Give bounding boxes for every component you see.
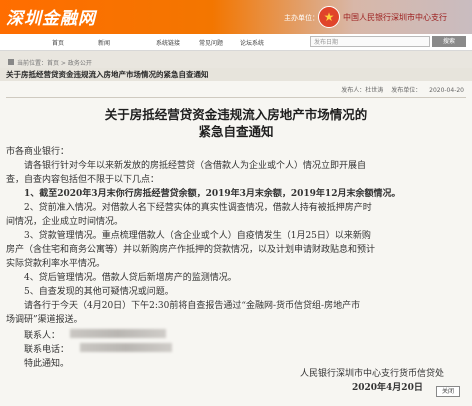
- redacted-phone: [80, 343, 172, 352]
- site-banner: 深圳金融网 主办单位： ★ 中国人民银行深圳市中心支行: [0, 0, 472, 34]
- redacted-contact: [70, 329, 166, 338]
- article-meta: 发布人：杜世涛 发布单位： 2020-04-20: [335, 85, 464, 94]
- search-input[interactable]: 发布日期: [310, 36, 430, 47]
- meta-publisher-label: 发布人：: [341, 87, 366, 94]
- article-header: 关于房抵经营贷资金违规流入房地产市场情况的紧急自查通知: [0, 68, 472, 81]
- site-logo[interactable]: 深圳金融网: [6, 4, 96, 29]
- body-line: 请各银行针对今年以来新发放的房抵经营贷（含借款人为企业或个人）情况立即开展自: [24, 161, 367, 171]
- close-button[interactable]: 关闭: [436, 386, 460, 397]
- nav-faq[interactable]: 常见问题: [199, 38, 223, 47]
- article-title-line2: 紧急自查通知: [198, 124, 274, 139]
- pboc-emblem-icon: ★: [318, 6, 340, 28]
- body-line: 2、贷前准入情况。对借款人名下经营实体的真实性调查情况，借款人持有被抵押房产时: [24, 203, 372, 213]
- nav-system-links[interactable]: 系统链接: [156, 38, 180, 47]
- body-line: 间情况，企业成立时间情况。: [6, 217, 124, 227]
- body-line: 特此通知。: [24, 359, 70, 369]
- article-panel: 关于房抵经营贷资金违规流入房地产市场情况的紧急自查通知 发布人：杜世涛 发布单位…: [0, 68, 472, 406]
- signature-org: 人民银行深圳市中心支行货币信贷处: [300, 369, 445, 379]
- body-line: 场调研”渠道报送。: [6, 315, 83, 325]
- body-line: 5、自查发现的其他可疑情况或问题。: [24, 287, 174, 297]
- nav-home[interactable]: 首页: [52, 38, 64, 47]
- body-line: 房产（含住宅和商务公寓等）并以新购房产作抵押的贷款情况，以及计划申请财政贴息和预…: [6, 245, 376, 255]
- body-line: 请各行于今天（4月20日）下午2:30前将自查报告通过“金融网-货币信贷组-房地…: [24, 301, 361, 311]
- host-label: 主办单位：: [284, 14, 319, 22]
- page: 深圳金融网 主办单位： ★ 中国人民银行深圳市中心支行 首页 新闻 系统链接 常…: [0, 0, 472, 406]
- home-icon: [8, 59, 14, 65]
- contact-person-label: 联系人：: [24, 331, 61, 341]
- signature-date: 2020年4月20日: [352, 383, 423, 393]
- body-line: 市各商业银行：: [6, 147, 70, 157]
- body-line: 3、贷款管理情况。重点梳理借款人（含企业或个人）自疫情发生（1月25日）以来新购: [24, 231, 371, 241]
- divider: [6, 97, 466, 98]
- meta-unit-label: 发布单位：: [391, 87, 422, 94]
- breadcrumb: 当前位置：首页 > 政务公开: [8, 58, 92, 67]
- nav-bar: 首页 新闻 系统链接 常见问题 论坛系统 发布日期 搜索: [0, 34, 472, 51]
- meta-publisher: 杜世涛: [365, 87, 384, 94]
- body-line: 4、贷后管理情况。借款人贷后新增房产的监测情况。: [24, 273, 237, 283]
- body-line: 1、截至2020年3月末你行房抵经营贷余额，2019年3月末余额，2019年12…: [24, 189, 401, 199]
- nav-forum[interactable]: 论坛系统: [240, 38, 264, 47]
- meta-date: 2020-04-20: [429, 87, 464, 94]
- contact-phone-label: 联系电话：: [24, 345, 70, 355]
- nav-news[interactable]: 新闻: [98, 38, 110, 47]
- breadcrumb-text[interactable]: 当前位置：首页 > 政务公开: [17, 60, 92, 67]
- search-button[interactable]: 搜索: [432, 36, 466, 47]
- body-line: 实际贷款利率水平情况。: [6, 259, 106, 269]
- body-line: 查，自查内容包括但不限于以下几点：: [6, 175, 160, 185]
- host-bank-name: 中国人民银行深圳市中心支行: [343, 13, 447, 22]
